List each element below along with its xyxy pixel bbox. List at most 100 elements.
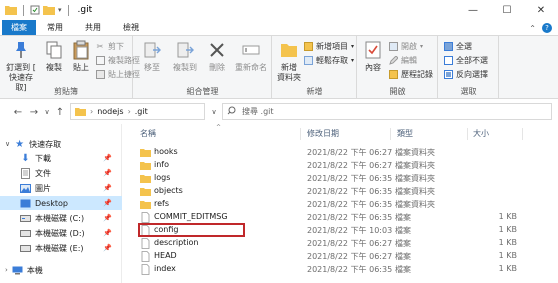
breadcrumb-git[interactable]: .git (135, 107, 148, 116)
cut-button[interactable]: ✂ 剪下 (95, 40, 124, 52)
divider (23, 4, 24, 16)
open-button[interactable]: 開啟 ▾ (388, 40, 423, 52)
table-row[interactable]: info 2021/8/22 下午 06:27 檔案資料夾 (130, 159, 558, 172)
tab-home[interactable]: 常用 (36, 20, 74, 35)
rename-icon (240, 39, 262, 61)
delete-button[interactable]: 刪除 (206, 39, 228, 73)
address-box[interactable]: › nodejs › .git (70, 103, 205, 120)
maximize-button[interactable]: ☐ (490, 0, 524, 20)
folder-icon (75, 108, 86, 116)
copy-button[interactable]: 複製 (42, 39, 66, 73)
easy-access-icon (303, 55, 313, 65)
title-bar: ▾ .git — ☐ ✕ (0, 0, 558, 20)
rename-button[interactable]: 重新命名 (232, 39, 270, 73)
customize-toolbar-icon[interactable]: ▾ (58, 6, 62, 14)
new-item-button[interactable]: 新增項目 ▾ (303, 40, 354, 52)
column-divider[interactable] (467, 128, 468, 140)
quick-access-toolbar: ▾ (5, 4, 72, 16)
column-header-type[interactable]: 類型 (397, 128, 413, 139)
nav-item-label: 下載 (35, 153, 51, 163)
tab-view[interactable]: 檢視 (112, 20, 150, 35)
help-icon[interactable]: ? (542, 23, 552, 33)
forward-button[interactable]: → (26, 104, 42, 120)
drive-icon (20, 228, 31, 239)
column-header-name[interactable]: 名稱 (140, 128, 156, 139)
nav-quick-access[interactable]: ∨ ★ 快速存取 (0, 137, 122, 151)
nav-item-desktop[interactable]: Desktop 📌 (0, 196, 122, 210)
invert-selection-button[interactable]: 反向選擇 (443, 68, 488, 80)
file-type: 檔案資料夾 (395, 161, 435, 170)
copy-to-label: 複製到 (173, 63, 197, 72)
back-button[interactable]: ← (10, 104, 26, 120)
table-row[interactable]: index 2021/8/22 下午 06:35 檔案 1 KB (130, 263, 558, 276)
open-label: 開啟 (401, 41, 417, 51)
new-folder-icon[interactable] (43, 5, 55, 15)
table-row[interactable]: objects 2021/8/22 下午 06:35 檔案資料夾 (130, 185, 558, 198)
column-divider[interactable] (300, 128, 301, 140)
nav-item-downloads[interactable]: ⬇ 下載 📌 (0, 151, 122, 165)
table-row[interactable]: hooks 2021/8/22 下午 06:27 檔案資料夾 (130, 146, 558, 159)
table-row[interactable]: description 2021/8/22 下午 06:27 檔案 1 KB (130, 237, 558, 250)
column-header-date[interactable]: 修改日期 (307, 128, 339, 139)
table-row[interactable]: logs 2021/8/22 下午 06:35 檔案資料夾 (130, 172, 558, 185)
invert-selection-label: 反向選擇 (456, 69, 488, 79)
history-label: 歷程記錄 (401, 69, 433, 79)
navigation-pane: ∨ ★ 快速存取 ⬇ 下載 📌 文件 📌 圖片 📌 Desktop 📌 本機磁碟… (0, 124, 122, 283)
recent-locations-button[interactable]: ∨ (42, 104, 52, 120)
nav-item-drive-c[interactable]: 本機磁碟 (C:) 📌 (0, 211, 122, 225)
table-row[interactable]: refs 2021/8/22 下午 06:35 檔案資料夾 (130, 198, 558, 211)
nav-item-pictures[interactable]: 圖片 📌 (0, 181, 122, 195)
nav-item-drive-d[interactable]: 本機磁碟 (D:) 📌 (0, 226, 122, 240)
tab-file[interactable]: 檔案 (2, 20, 36, 35)
close-button[interactable]: ✕ (524, 0, 558, 20)
arrow-left-icon: ← (13, 106, 23, 118)
chevron-down-icon: ▾ (420, 42, 424, 50)
column-divider[interactable] (522, 128, 523, 140)
file-type: 檔案資料夾 (395, 200, 435, 209)
file-name: index (154, 264, 176, 273)
file-date: 2021/8/22 下午 06:27 (307, 239, 393, 248)
file-type: 檔案資料夾 (395, 174, 435, 183)
file-name: refs (154, 199, 170, 208)
paste-button[interactable]: 貼上 (69, 39, 93, 73)
open-group-label: 開啟 (389, 87, 406, 96)
column-divider[interactable] (390, 128, 391, 140)
edit-button[interactable]: 編輯 (388, 54, 417, 66)
file-size: 1 KB (498, 238, 517, 247)
picture-icon (20, 183, 31, 194)
nav-this-pc[interactable]: › 本機 (0, 263, 122, 277)
file-name: description (154, 238, 199, 247)
pin-quick-access-button[interactable]: 釘選到 [ 快速存取] (4, 39, 38, 93)
minimize-button[interactable]: — (456, 0, 490, 20)
chevron-down-icon: ▾ (351, 56, 355, 64)
nav-item-drive-e[interactable]: 本機磁碟 (E:) 📌 (0, 241, 122, 255)
up-button[interactable]: ↑ (52, 104, 68, 120)
copy-icon (43, 39, 65, 61)
nav-item-documents[interactable]: 文件 📌 (0, 166, 122, 180)
copy-to-button[interactable]: 複製到 (170, 39, 200, 73)
file-date: 2021/8/22 下午 06:35 (307, 187, 393, 196)
select-none-button[interactable]: 全部不選 (443, 54, 488, 66)
properties-button[interactable]: 內容 (361, 39, 385, 73)
search-input[interactable]: 搜尋 .git (222, 103, 552, 120)
folder-icon (140, 162, 151, 170)
column-header-size[interactable]: 大小 (473, 128, 489, 139)
properties-icon[interactable] (30, 5, 40, 15)
breadcrumb-nodejs[interactable]: nodejs (97, 107, 123, 116)
scrollbar[interactable] (552, 124, 558, 283)
collapse-ribbon-icon[interactable]: ⌃ (529, 24, 536, 33)
history-button[interactable]: 歷程記錄 (388, 68, 433, 80)
select-all-icon (443, 41, 453, 51)
move-to-button[interactable]: 移至 (138, 39, 166, 73)
move-to-label: 移至 (144, 63, 160, 72)
select-all-button[interactable]: 全選 (443, 40, 472, 52)
new-folder-button[interactable]: 新增 資料夾 (276, 39, 302, 83)
pin-icon: 📌 (103, 214, 112, 222)
folder-icon (140, 175, 151, 183)
window-title: .git (77, 5, 93, 15)
easy-access-button[interactable]: 輕鬆存取 ▾ (303, 54, 354, 66)
table-row[interactable]: HEAD 2021/8/22 下午 06:27 檔案 1 KB (130, 250, 558, 263)
address-dropdown-button[interactable]: ∨ (206, 104, 222, 120)
ribbon-controls: ⌃ ? (529, 22, 552, 34)
tab-share[interactable]: 共用 (74, 20, 112, 35)
